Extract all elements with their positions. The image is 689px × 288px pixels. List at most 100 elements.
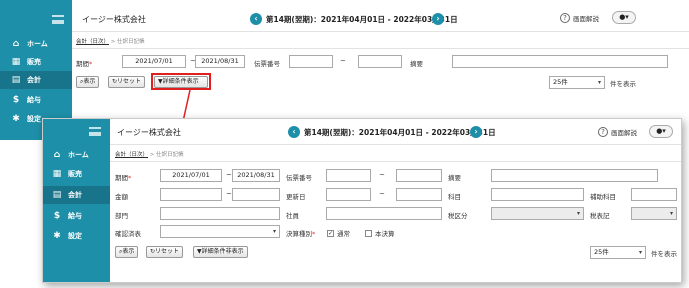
back-slip-from[interactable] bbox=[289, 55, 333, 68]
front-nav-purchase[interactable]: $ 給与 bbox=[43, 207, 110, 225]
front-taxtable-label: 税表記 bbox=[590, 212, 610, 220]
front-breadcrumb: 会計（日次） > 仕訳日記帳 bbox=[115, 150, 184, 158]
front-memo-input[interactable] bbox=[491, 169, 658, 182]
nav-label: 給与 bbox=[68, 212, 82, 220]
home-icon: ⌂ bbox=[12, 39, 20, 49]
nav-label: 販売 bbox=[27, 58, 41, 66]
front-employee-input[interactable] bbox=[326, 207, 442, 220]
breadcrumb-sep: > bbox=[110, 39, 116, 45]
front-slip-label: 伝票番号 bbox=[286, 174, 312, 182]
front-period-title: 第14期(翌期)：2021年04月01日 - 2022年03月31日 bbox=[304, 128, 496, 137]
checkbox-empty-icon bbox=[365, 229, 372, 237]
front-tilde: ~ bbox=[226, 171, 232, 179]
breadcrumb-link[interactable]: 会計（日次） bbox=[76, 39, 109, 45]
checkbox-checked-icon: ✓ bbox=[327, 229, 334, 237]
front-confirm-label: 確認済表 bbox=[115, 230, 141, 238]
front-settle-label: 決算種別* bbox=[286, 230, 316, 238]
back-divider-right bbox=[460, 48, 689, 49]
purchase-icon: $ bbox=[53, 211, 61, 221]
back-divider bbox=[72, 48, 460, 49]
front-amount-to[interactable] bbox=[232, 188, 280, 201]
front-dept-label: 部門 bbox=[115, 212, 128, 220]
nav-label: 会計 bbox=[68, 191, 82, 199]
back-user-menu[interactable]: ●▾ bbox=[612, 11, 636, 24]
home-icon: ⌂ bbox=[53, 150, 61, 160]
back-nav-home[interactable]: ⌂ ホーム bbox=[0, 35, 72, 53]
front-period-label: 期間* bbox=[115, 174, 132, 182]
front-menu-icon[interactable] bbox=[89, 127, 101, 136]
front-update-from[interactable] bbox=[326, 188, 371, 201]
help-label: 画面解説 bbox=[573, 15, 599, 23]
front-amount-label: 金額 bbox=[115, 193, 128, 201]
front-detail-hide-button[interactable]: ▼詳細条件非表示 bbox=[193, 246, 248, 258]
front-dept-input[interactable] bbox=[160, 207, 280, 220]
front-nav-sales[interactable]: ▦ 販売 bbox=[43, 165, 110, 183]
sales-icon: ▦ bbox=[52, 169, 62, 179]
checkbox-label: 本決算 bbox=[375, 230, 395, 238]
back-nav-accounting[interactable]: ▤ 会計 bbox=[0, 71, 72, 89]
user-caret: ▾ bbox=[662, 127, 666, 135]
front-update-to[interactable] bbox=[396, 188, 442, 201]
front-prev-period-icon[interactable]: ‹ bbox=[288, 126, 300, 138]
breadcrumb-current: 仕訳日記帳 bbox=[156, 152, 184, 158]
back-menu-icon[interactable] bbox=[52, 15, 64, 24]
front-show-button[interactable]: ⌕表示 bbox=[115, 246, 139, 258]
front-tilde: ~ bbox=[379, 171, 385, 179]
breadcrumb-link[interactable]: 会計（日次） bbox=[115, 152, 148, 158]
back-next-period-icon[interactable]: › bbox=[432, 13, 444, 25]
back-date-from[interactable]: 2021/07/01 bbox=[122, 55, 186, 68]
front-divider bbox=[110, 161, 681, 162]
back-slip-to[interactable] bbox=[358, 55, 402, 68]
front-update-label: 更新日 bbox=[286, 193, 306, 201]
back-per-page-suffix: 件を表示 bbox=[610, 80, 636, 88]
back-per-page-select[interactable]: 25件 bbox=[549, 76, 605, 89]
nav-label: 設定 bbox=[27, 115, 41, 123]
front-final-checkbox[interactable]: 本決算 bbox=[365, 228, 395, 238]
back-prev-period-icon[interactable]: ‹ bbox=[250, 13, 262, 25]
front-next-period-icon[interactable]: › bbox=[470, 126, 482, 138]
front-divider bbox=[110, 144, 681, 145]
nav-label: 販売 bbox=[68, 170, 82, 178]
back-memo-label: 摘要 bbox=[410, 60, 423, 68]
front-date-to[interactable]: 2021/08/31 bbox=[232, 169, 280, 182]
front-user-menu[interactable]: ●▾ bbox=[649, 125, 673, 138]
front-amount-from[interactable] bbox=[160, 188, 222, 201]
back-nav-sales[interactable]: ▦ 販売 bbox=[0, 53, 72, 71]
front-per-page-select[interactable]: 25件 bbox=[590, 246, 646, 259]
back-period-title: 第14期(翌期)：2021年04月01日 - 2022年03月31日 bbox=[266, 15, 458, 24]
front-employee-label: 社員 bbox=[286, 212, 299, 220]
settings-icon: ✱ bbox=[12, 114, 20, 124]
back-reset-button[interactable]: ↻リセット bbox=[108, 76, 146, 88]
back-show-button[interactable]: ⌕表示 bbox=[76, 76, 100, 88]
front-account-input[interactable] bbox=[491, 188, 584, 201]
front-nav-home[interactable]: ⌂ ホーム bbox=[43, 146, 110, 164]
back-date-to[interactable]: 2021/08/31 bbox=[195, 55, 245, 68]
front-reset-button[interactable]: ↻リセット bbox=[146, 246, 184, 258]
front-slip-from[interactable] bbox=[326, 169, 371, 182]
front-slip-to[interactable] bbox=[396, 169, 442, 182]
front-subaccount-input[interactable] bbox=[631, 188, 677, 201]
help-icon: ? bbox=[560, 13, 570, 23]
nav-label: 給与 bbox=[27, 96, 41, 104]
front-nav-accounting[interactable]: ▤ 会計 bbox=[43, 186, 110, 204]
front-date-from[interactable]: 2021/07/01 bbox=[160, 169, 222, 182]
accounting-icon: ▤ bbox=[52, 190, 62, 200]
front-confirm-select[interactable] bbox=[160, 225, 280, 238]
help-icon: ? bbox=[598, 127, 608, 137]
back-divider-right bbox=[460, 31, 689, 32]
back-memo-input-right[interactable] bbox=[452, 55, 668, 68]
nav-label: ホーム bbox=[68, 151, 89, 159]
front-normal-checkbox[interactable]: ✓ 通常 bbox=[327, 228, 350, 238]
front-nav-settings[interactable]: ✱ 設定 bbox=[43, 227, 110, 245]
front-tax-select[interactable] bbox=[491, 207, 584, 220]
back-nav-purchase[interactable]: $ 給与 bbox=[0, 91, 72, 109]
front-company-name: イージー株式会社 bbox=[117, 128, 181, 137]
help-label: 画面解説 bbox=[611, 129, 637, 137]
back-tilde: ~ bbox=[340, 57, 346, 65]
nav-label: 会計 bbox=[27, 76, 41, 84]
front-sidebar: ⌂ ホーム ▦ 販売 ▤ 会計 $ 給与 ✱ 設定 bbox=[43, 119, 110, 282]
front-taxtable-select[interactable] bbox=[631, 207, 677, 220]
back-help[interactable]: ? 画面解説 bbox=[560, 13, 599, 23]
front-help[interactable]: ? 画面解説 bbox=[598, 127, 637, 137]
front-screen: ⌂ ホーム ▦ 販売 ▤ 会計 $ 給与 ✱ 設定 イージー株式会社 ‹ 第14期(翌期)… bbox=[42, 118, 682, 283]
